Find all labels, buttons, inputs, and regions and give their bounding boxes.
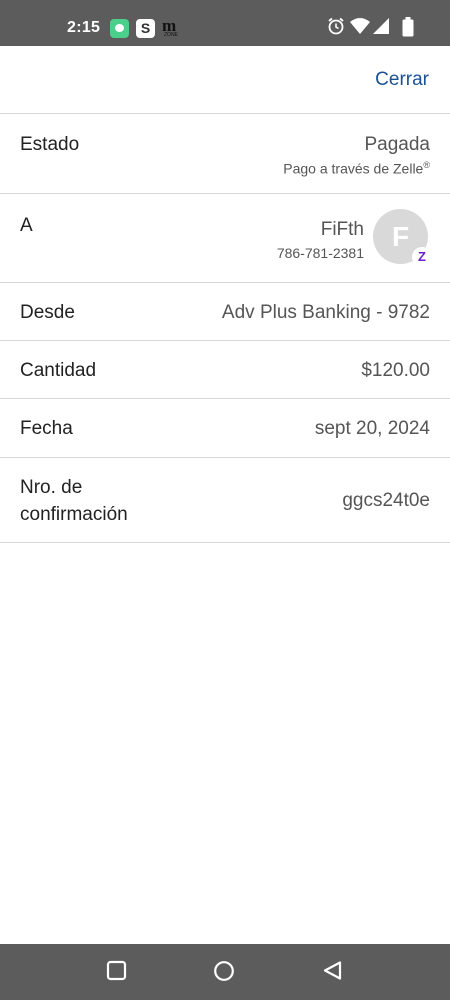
zelle-badge-icon: Z bbox=[412, 247, 432, 267]
avatar: F Z bbox=[373, 209, 432, 267]
confirmation-label-line1: Nro. de bbox=[20, 477, 83, 498]
close-button[interactable]: Cerrar bbox=[375, 69, 429, 91]
date-value: sept 20, 2024 bbox=[314, 418, 430, 439]
date-row: Fecha sept 20, 2024 bbox=[0, 399, 450, 458]
wifi-icon bbox=[350, 18, 370, 34]
top-header: Cerrar bbox=[0, 46, 450, 114]
recipient-name: FiFth bbox=[320, 219, 364, 240]
registered-mark: ® bbox=[423, 160, 430, 170]
status-bar: 2:15 S m ZONE bbox=[0, 0, 450, 46]
status-value: Pagada bbox=[364, 134, 430, 155]
confirmation-label-line2: confirmación bbox=[20, 504, 128, 525]
recipient-row: A FiFth 786-781-2381 F Z bbox=[0, 194, 450, 283]
battery-icon bbox=[402, 17, 414, 37]
navigation-bar bbox=[0, 944, 450, 1000]
from-label: Desde bbox=[20, 302, 75, 323]
payment-method-text: Pago a través de Zelle bbox=[283, 160, 424, 177]
chat-notification-icon bbox=[110, 19, 129, 38]
m-zone-sub: ZONE bbox=[164, 32, 178, 38]
status-row: Estado Pagada Pago a través de Zelle® bbox=[0, 114, 450, 194]
s-app-icon: S bbox=[136, 19, 155, 38]
recipient-label: A bbox=[20, 215, 33, 236]
signal-icon bbox=[373, 18, 389, 34]
confirmation-value: ggcs24t0e bbox=[342, 490, 430, 511]
recents-icon[interactable] bbox=[106, 960, 127, 981]
from-value: Adv Plus Banking - 9782 bbox=[221, 302, 430, 323]
date-label: Fecha bbox=[20, 418, 73, 439]
status-time: 2:15 bbox=[67, 19, 101, 36]
amount-row: Cantidad $120.00 bbox=[0, 341, 450, 399]
from-row: Desde Adv Plus Banking - 9782 bbox=[0, 283, 450, 341]
amount-value: $120.00 bbox=[361, 360, 430, 381]
confirmation-row: Nro. de confirmación ggcs24t0e bbox=[0, 458, 450, 543]
m-zone-icon: m ZONE bbox=[162, 16, 181, 39]
payment-method: Pago a través de Zelle® bbox=[283, 160, 430, 177]
home-icon[interactable] bbox=[213, 960, 235, 982]
back-icon[interactable] bbox=[322, 960, 343, 981]
status-label: Estado bbox=[20, 134, 80, 155]
amount-label: Cantidad bbox=[20, 360, 97, 381]
alarm-icon bbox=[328, 17, 344, 35]
recipient-phone: 786-781-2381 bbox=[276, 245, 364, 261]
